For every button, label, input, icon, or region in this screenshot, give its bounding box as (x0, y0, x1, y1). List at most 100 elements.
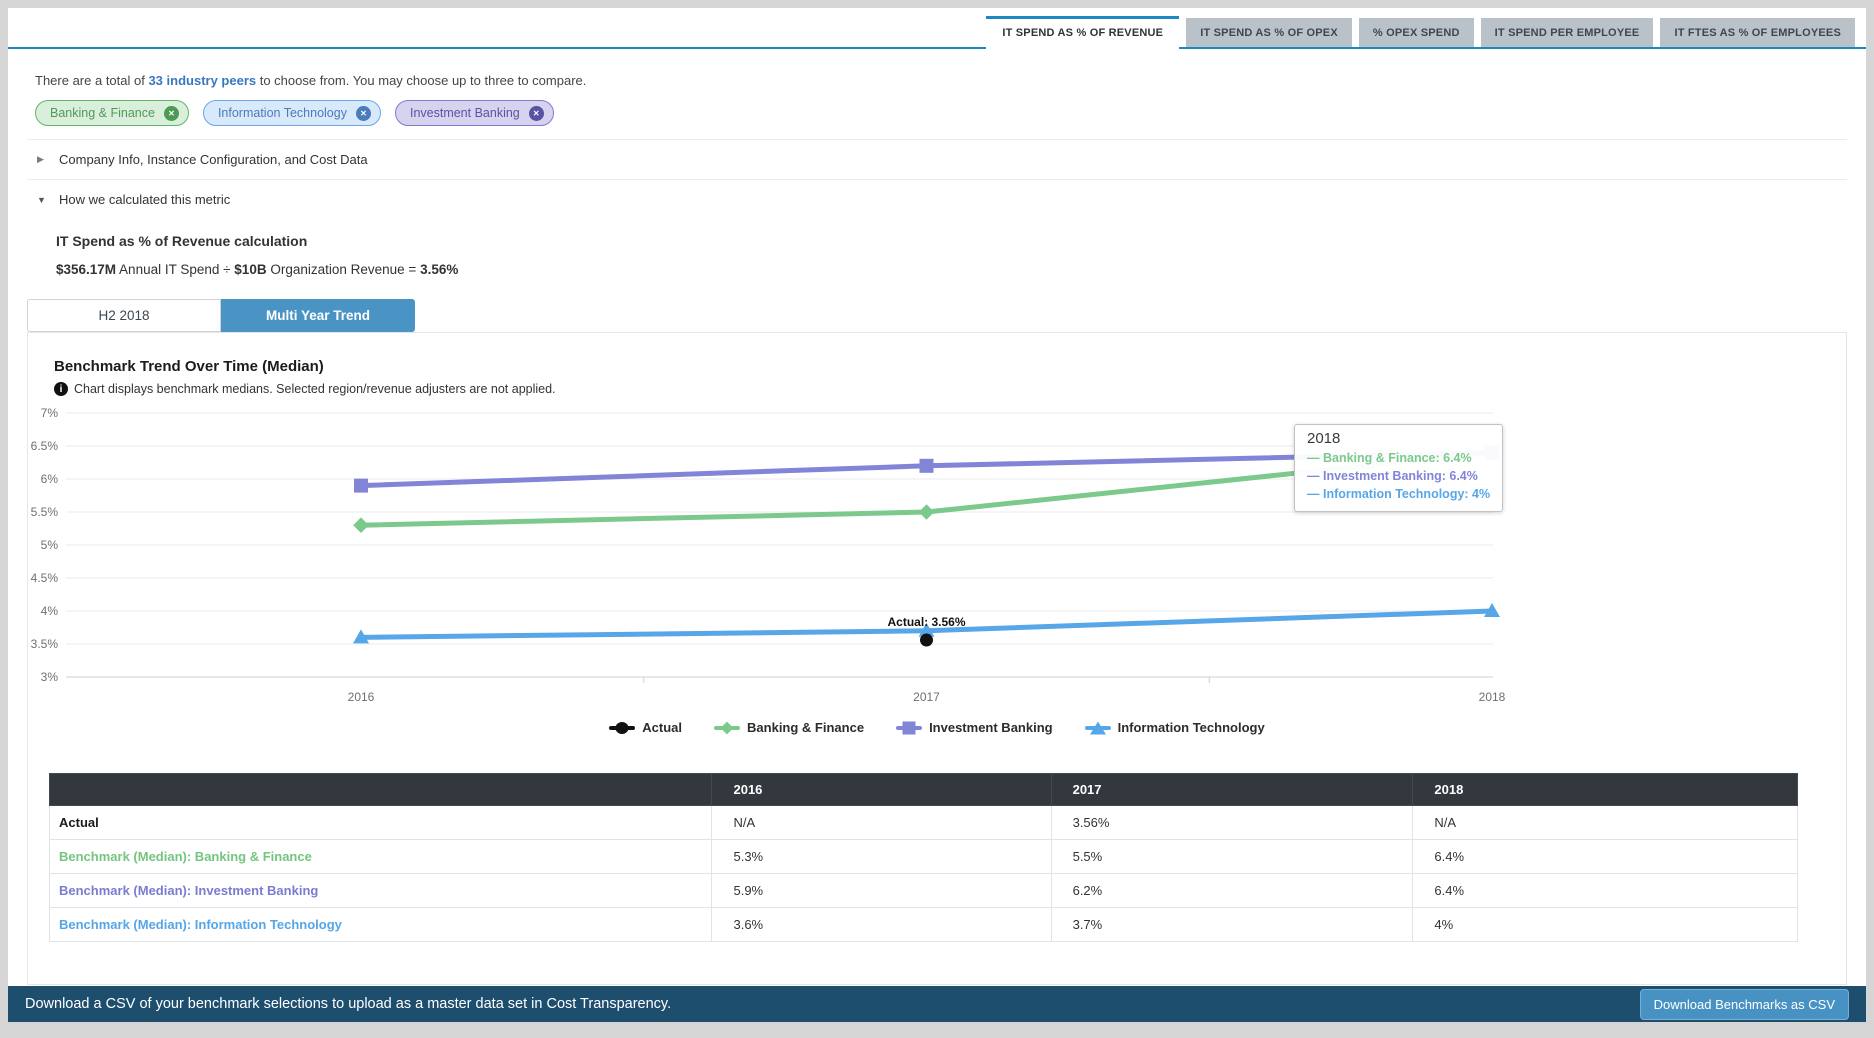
peers-note: There are a total of 33 industry peers t… (35, 73, 1847, 88)
chip-label: Investment Banking (410, 106, 520, 120)
peer-chip-information-technology[interactable]: Information Technology ✕ (203, 100, 381, 126)
formula-segment: $356.17M (56, 262, 116, 277)
table-cell: 5.5% (1051, 840, 1413, 874)
table-cell: N/A (1413, 806, 1798, 840)
chart-header: Benchmark Trend Over Time (Median) Chart… (28, 333, 1846, 396)
svg-text:6.5%: 6.5% (31, 439, 59, 453)
peer-chip-banking-finance[interactable]: Banking & Finance✕ (35, 100, 189, 126)
row-label: Benchmark (Median): Investment Banking (50, 874, 712, 908)
section-how-calculated-label: How we calculated this metric (59, 192, 230, 207)
chart-canvas[interactable]: 7%6.5%6%5.5%5%4.5%4%3.5%3%201620172018Ac… (28, 402, 1846, 710)
table-col-2017: 2017 (1051, 774, 1413, 806)
legend-marker-shape (1090, 721, 1106, 734)
table-row-benchmark-median-investment-banking: Benchmark (Median): Investment Banking5.… (50, 874, 1798, 908)
download-csv-button[interactable]: Download Benchmarks as CSV (1640, 989, 1849, 1020)
footer-bar: Download a CSV of your benchmark selecti… (8, 986, 1866, 1022)
table-cell: 6.2% (1051, 874, 1413, 908)
legend-diamond-marker (714, 721, 740, 735)
legend-marker-shape (721, 721, 734, 734)
legend-square-marker (896, 721, 922, 735)
svg-text:6%: 6% (41, 472, 59, 486)
legend-marker-shape (616, 722, 629, 734)
peers-note-prefix: There are a total of (35, 73, 148, 88)
legend-item-information-technology[interactable]: Information Technology (1085, 720, 1265, 735)
chart-legend: Actual Banking & Finance Investment Bankin… (28, 720, 1846, 735)
formula-segment: $10B (234, 262, 266, 277)
table-cell: 4% (1413, 908, 1798, 942)
legend-item-banking-finance[interactable]: Banking & Finance (714, 720, 864, 735)
table-col-2016: 2016 (712, 774, 1051, 806)
period-toggle: H2 2018Multi Year Trend (27, 299, 415, 332)
legend-item-actual[interactable]: Actual (609, 720, 682, 735)
toggle-h2-2018[interactable]: H2 2018 (27, 299, 221, 332)
peers-note-suffix: to choose from. You may choose up to thr… (256, 73, 586, 88)
svg-text:5.5%: 5.5% (31, 505, 59, 519)
table-row-benchmark-median-information-technology: Benchmark (Median): Information Technolo… (50, 908, 1798, 942)
peer-chip-investment-banking[interactable]: Investment Banking ✕ (395, 100, 554, 126)
benchmark-table: 201620172018ActualN/A3.56%N/ABenchmark (… (49, 773, 1798, 942)
benchmark-panel: Benchmark Trend Over Time (Median) Chart… (27, 332, 1847, 985)
chevron-down-icon: ▼ (37, 195, 48, 205)
row-label: Benchmark (Median): Information Technolo… (50, 908, 712, 942)
info-icon (54, 382, 68, 396)
chip-remove-icon[interactable]: ✕ (529, 106, 544, 121)
toggle-multi-year-trend[interactable]: Multi Year Trend (221, 299, 415, 332)
svg-text:Actual: 3.56%: Actual: 3.56% (887, 615, 965, 629)
table-col-2018: 2018 (1413, 774, 1798, 806)
tab-it-spend-as-of-revenue[interactable]: IT SPEND AS % OF REVENUE (986, 16, 1179, 49)
tab-it-spend-as-of-opex[interactable]: IT SPEND AS % OF OPEX (1186, 18, 1352, 47)
industry-peers-link[interactable]: 33 industry peers (148, 73, 256, 88)
row-label: Benchmark (Median): Banking & Finance (50, 840, 712, 874)
legend-label: Information Technology (1118, 720, 1265, 735)
legend-circle-marker (609, 721, 635, 735)
svg-text:7%: 7% (41, 406, 59, 420)
trend-chart[interactable]: 7%6.5%6%5.5%5%4.5%4%3.5%3%201620172018Ac… (28, 402, 1846, 710)
table-cell: 3.7% (1051, 908, 1413, 942)
table-cell: 6.4% (1413, 874, 1798, 908)
table-cell: N/A (712, 806, 1051, 840)
chart-note-text: Chart displays benchmark medians. Select… (74, 382, 556, 396)
svg-text:4.5%: 4.5% (31, 571, 59, 585)
svg-text:3.5%: 3.5% (31, 637, 59, 651)
row-label: Actual (50, 806, 712, 840)
legend-triangle-marker (1085, 721, 1111, 735)
svg-text:3%: 3% (41, 670, 59, 684)
svg-text:2016: 2016 (348, 690, 375, 704)
svg-text:2017: 2017 (913, 690, 940, 704)
calculation-block: IT Spend as % of Revenue calculation $35… (56, 233, 1847, 277)
table-cell: 5.3% (712, 840, 1051, 874)
chip-remove-icon[interactable]: ✕ (356, 106, 371, 121)
section-how-calculated[interactable]: ▼ How we calculated this metric (27, 179, 1847, 219)
chart-svg[interactable]: 7%6.5%6%5.5%5%4.5%4%3.5%3%201620172018Ac… (28, 402, 1864, 710)
svg-text:2018: 2018 (1479, 690, 1506, 704)
legend-label: Banking & Finance (747, 720, 864, 735)
table-row-benchmark-median-banking-finance: Benchmark (Median): Banking & Finance5.3… (50, 840, 1798, 874)
tab-opex-spend[interactable]: % OPEX SPEND (1359, 18, 1474, 47)
chip-remove-icon[interactable]: ✕ (164, 106, 179, 121)
calculation-formula: $356.17M Annual IT Spend ÷ $10B Organiza… (56, 262, 1847, 277)
chart-note: Chart displays benchmark medians. Select… (54, 382, 1846, 396)
table-cell: 3.6% (712, 908, 1051, 942)
svg-text:5%: 5% (41, 538, 59, 552)
legend-item-investment-banking[interactable]: Investment Banking (896, 720, 1053, 735)
table-header-row: 201620172018 (50, 774, 1798, 806)
section-company-info[interactable]: ▶ Company Info, Instance Configuration, … (27, 139, 1847, 179)
tab-it-spend-per-employee[interactable]: IT SPEND PER EMPLOYEE (1481, 18, 1654, 47)
footer-text: Download a CSV of your benchmark selecti… (25, 996, 671, 1012)
tab-it-ftes-as-of-employees[interactable]: IT FTES AS % OF EMPLOYEES (1660, 18, 1855, 47)
peer-chips: Banking & Finance✕ Information Technology… (35, 100, 1847, 126)
section-company-info-label: Company Info, Instance Configuration, an… (59, 152, 368, 167)
table-cell: 5.9% (712, 874, 1051, 908)
tooltip-title: 2018 (1307, 430, 1490, 447)
chart-tooltip: 2018— Banking & Finance: 6.4%— Investmen… (1294, 424, 1503, 512)
chip-label: Information Technology (218, 106, 347, 120)
legend-marker-shape (903, 721, 916, 734)
table-col-labels (50, 774, 712, 806)
chart-title: Benchmark Trend Over Time (Median) (54, 358, 1846, 375)
tooltip-item: — Information Technology: 4% (1307, 485, 1490, 503)
metric-tabs: IT SPEND AS % OF REVENUEIT SPEND AS % OF… (8, 8, 1866, 49)
tooltip-item: — Banking & Finance: 6.4% (1307, 449, 1490, 467)
formula-segment: 3.56% (420, 262, 458, 277)
calculation-title: IT Spend as % of Revenue calculation (56, 233, 1847, 249)
main-content: There are a total of 33 industry peers t… (8, 49, 1866, 986)
